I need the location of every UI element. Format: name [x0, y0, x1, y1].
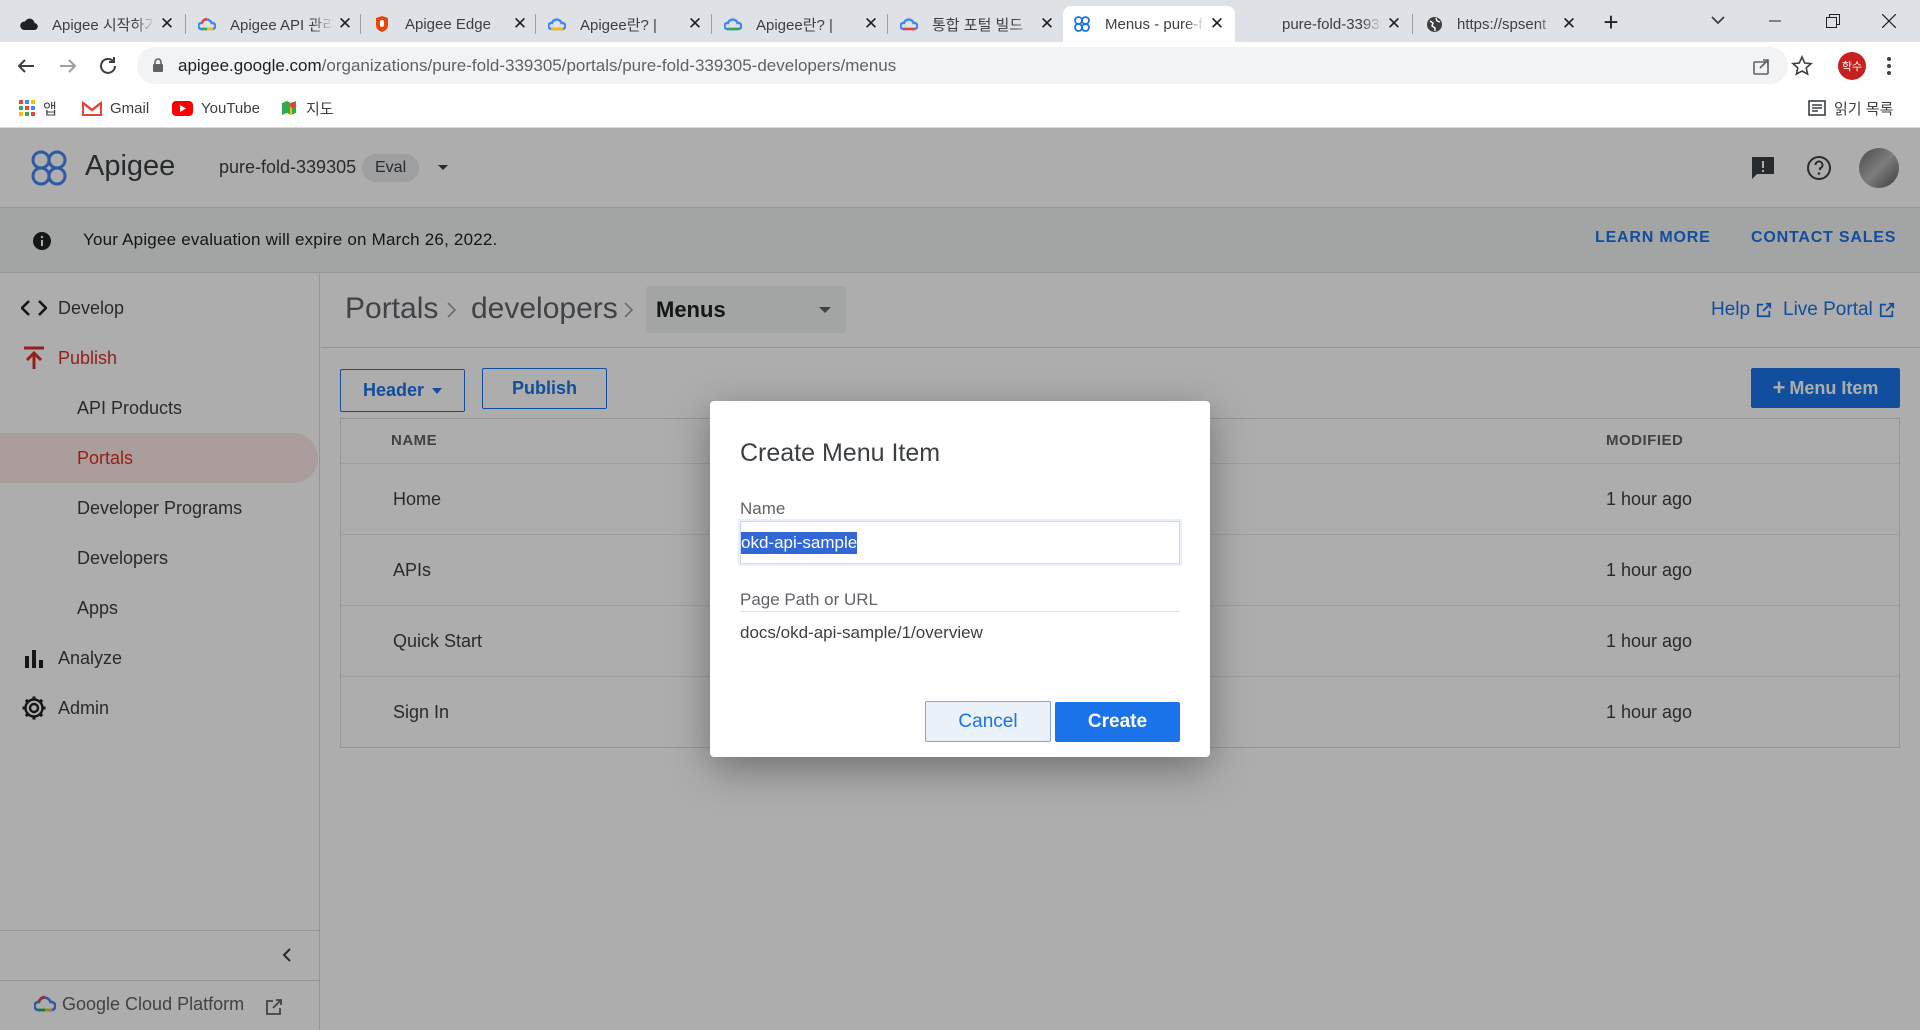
- window-restore-button[interactable]: [1810, 0, 1856, 42]
- close-tab-icon[interactable]: ✕: [159, 15, 175, 32]
- google-cloud-icon: [548, 15, 566, 33]
- browser-tab[interactable]: 통합 포털 빌드 ✕: [890, 6, 1065, 42]
- url-text[interactable]: apigee.google.com/organizations/pure-fol…: [178, 56, 896, 76]
- name-label: Name: [740, 499, 786, 518]
- forward-icon[interactable]: [56, 54, 80, 78]
- browser-tab-active[interactable]: Menus - pure-fold ✕: [1063, 6, 1235, 42]
- reload-icon[interactable]: [96, 54, 120, 78]
- close-tab-icon[interactable]: ✕: [1386, 15, 1402, 32]
- bookmark-maps[interactable]: 지도: [280, 95, 334, 121]
- browser-tab[interactable]: pure-fold-339305 ✕: [1240, 6, 1412, 42]
- profile-avatar[interactable]: 학수: [1838, 52, 1866, 80]
- google-cloud-icon: [724, 15, 742, 33]
- reading-list[interactable]: 읽기 목록: [1808, 95, 1893, 121]
- close-tab-icon[interactable]: ✕: [512, 15, 528, 32]
- cancel-button[interactable]: Cancel: [925, 701, 1051, 742]
- lock-icon[interactable]: [152, 58, 164, 72]
- close-tab-icon[interactable]: ✕: [1209, 15, 1225, 32]
- reading-list-icon: [1808, 100, 1826, 116]
- google-cloud-icon: [198, 15, 216, 33]
- back-icon[interactable]: [14, 54, 38, 78]
- dialog-title: Create Menu Item: [740, 439, 941, 467]
- apps-grid-icon: [19, 100, 35, 116]
- close-tab-icon[interactable]: ✕: [687, 15, 703, 32]
- browser-tab[interactable]: Apigee API 관리 ✕: [188, 6, 363, 42]
- close-tab-icon[interactable]: ✕: [1561, 15, 1577, 32]
- path-label: Page Path or URL: [740, 590, 878, 609]
- bookmark-star-icon[interactable]: [1791, 55, 1813, 77]
- maps-icon: [280, 99, 298, 117]
- google-cloud-icon: [900, 15, 918, 33]
- apigee-edge-icon: [373, 15, 391, 33]
- browser-tab[interactable]: https://spsent ✕: [1415, 6, 1587, 42]
- bookmark-youtube[interactable]: YouTube: [172, 95, 260, 121]
- cloud-icon: [20, 15, 38, 33]
- globe-icon: [1425, 15, 1443, 33]
- close-tab-icon[interactable]: ✕: [1039, 15, 1055, 32]
- path-field-divider: [740, 611, 1180, 612]
- more-menu-icon[interactable]: [1886, 56, 1892, 76]
- close-tab-icon[interactable]: ✕: [337, 15, 353, 32]
- bookmark-gmail[interactable]: Gmail: [82, 95, 149, 121]
- share-icon[interactable]: [1752, 56, 1772, 76]
- path-input[interactable]: docs/okd-api-sample/1/overview: [740, 623, 983, 643]
- browser-tab[interactable]: Apigee 시작하기 ✕: [10, 6, 185, 42]
- new-tab-button[interactable]: +: [1598, 9, 1624, 36]
- name-input[interactable]: okd-api-sample: [740, 521, 1180, 564]
- create-button[interactable]: Create: [1055, 702, 1180, 742]
- gmail-icon: [82, 100, 102, 116]
- window-close-button[interactable]: [1866, 0, 1912, 42]
- browser-tab[interactable]: Apigee란? | ✕: [538, 6, 713, 42]
- tab-search-chevron-icon[interactable]: [1706, 8, 1730, 32]
- browser-tab[interactable]: Apigee란? | ✕: [714, 6, 889, 42]
- blank-page-icon: [1250, 15, 1268, 33]
- bookmark-apps[interactable]: 앱: [19, 95, 57, 121]
- window-minimize-button[interactable]: [1752, 0, 1798, 42]
- browser-tab[interactable]: Apigee Edge ✕: [363, 6, 538, 42]
- youtube-icon: [172, 100, 193, 116]
- apigee-icon: [1073, 15, 1091, 33]
- close-tab-icon[interactable]: ✕: [863, 15, 879, 32]
